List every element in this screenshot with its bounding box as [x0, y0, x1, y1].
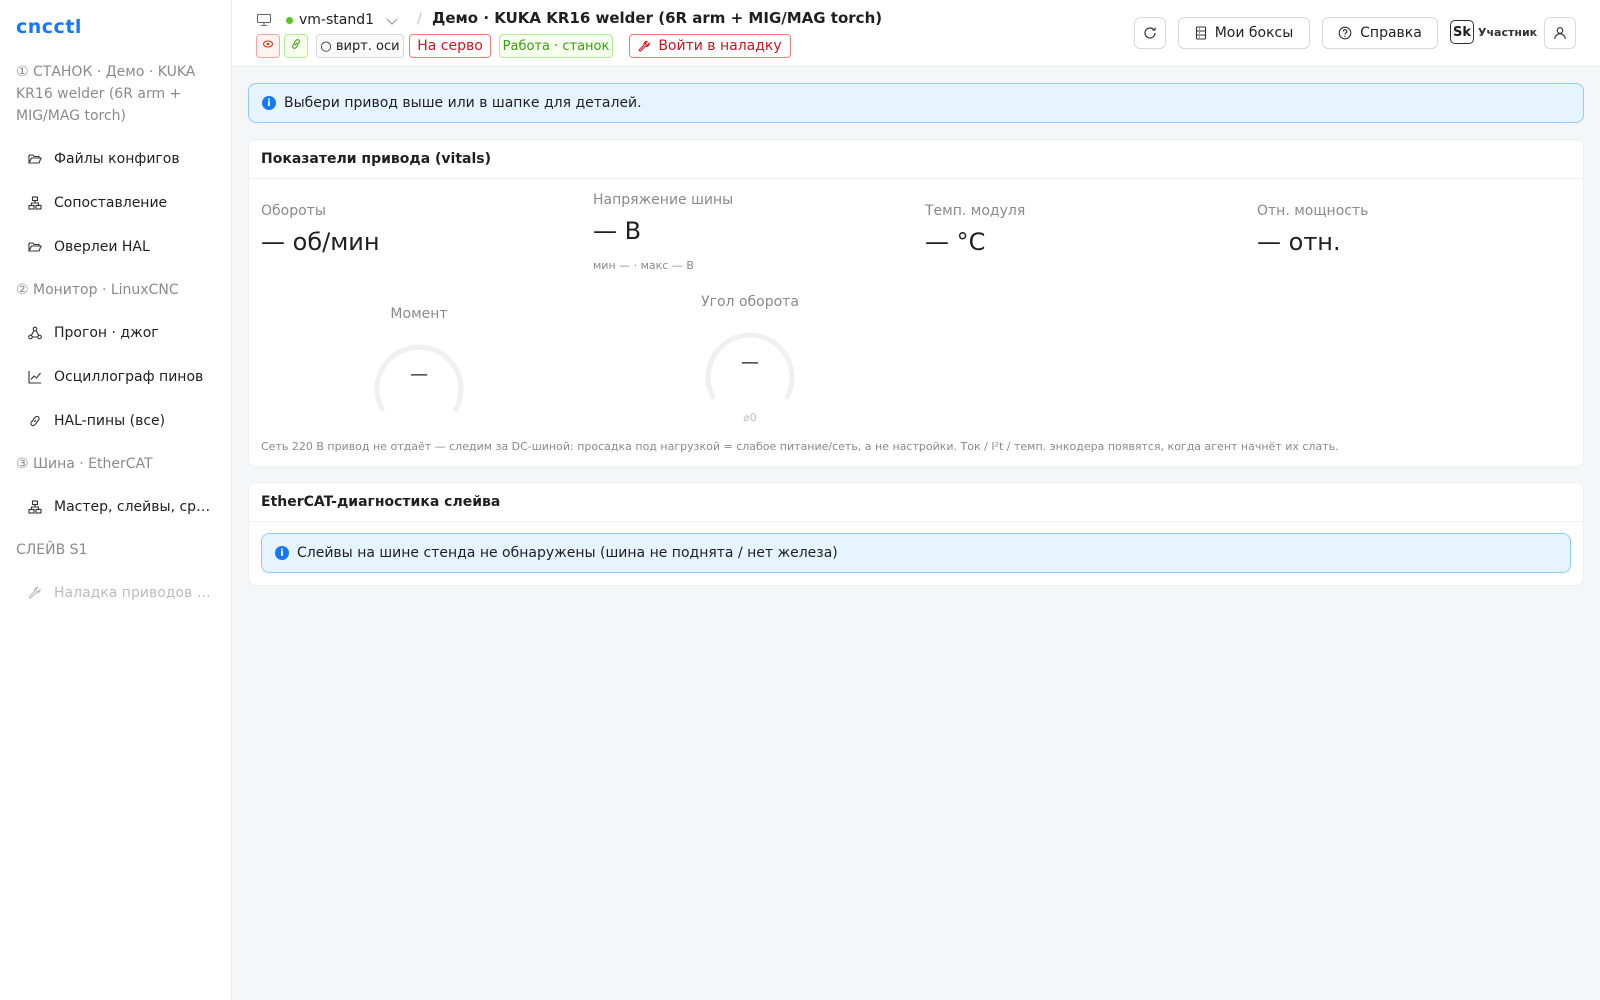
nodes-icon: [28, 326, 42, 340]
rpm-label: Обороты: [261, 203, 326, 219]
sidebar-group-monitor: ② Монитор · LinuxCNC: [16, 282, 179, 298]
page-title: Демо · KUKA KR16 welder (6R arm + MIG/MA…: [432, 9, 883, 27]
sidebar-item-hal-overlays[interactable]: Оверлеи HAL: [16, 229, 216, 265]
sk-logo: Sk: [1450, 20, 1474, 44]
sidebar-item-mapping[interactable]: Сопоставление: [16, 185, 216, 221]
alarm-tag[interactable]: [256, 34, 280, 58]
sidebar-item-drive-setup: Наладка приводов S1: [16, 575, 216, 611]
enter-setup-label: Войти в наладку: [658, 38, 782, 54]
enter-setup-button[interactable]: Войти в наладку: [629, 34, 791, 58]
host-selector[interactable]: vm-stand1: [299, 12, 374, 28]
hint-text: Выбери привод выше или в шапке для детал…: [284, 95, 642, 111]
breadcrumb-separator: /: [417, 11, 422, 27]
sidebar: cncctl ① СТАНОК · Демо · KUKA KR16 welde…: [0, 0, 232, 1000]
link-icon: [290, 38, 302, 54]
sidebar-group-bus: ③ Шина · EtherCAT: [16, 456, 153, 472]
ethercat-card: EtherCAT-диагностика слейва i Слейвы на …: [248, 482, 1584, 586]
no-slaves-alert: i Слейвы на шине стенда не обнаружены (ш…: [261, 533, 1571, 573]
host-status-dot: [286, 17, 293, 24]
cluster-icon: [28, 196, 42, 210]
sidebar-item-label: Мастер, слейвы, сравнение: [54, 499, 214, 515]
folder-open-icon: [28, 240, 42, 254]
work-mode-tag: Работа · станок: [499, 34, 613, 58]
module-temp-label: Темп. модуля: [925, 203, 1026, 219]
info-icon: i: [275, 546, 289, 560]
bus-voltage-range: мин — · макс — В: [593, 259, 694, 272]
no-slaves-text: Слейвы на шине стенда не обнаружены (шин…: [297, 545, 838, 561]
question-circle-icon: [1338, 26, 1352, 40]
reload-icon: [1143, 26, 1157, 40]
vitals-card: Показатели привода (vitals) Обороты — об…: [248, 139, 1584, 467]
sidebar-item-label: Оверлеи HAL: [54, 239, 150, 255]
select-drive-hint: i Выбери привод выше или в шапке для дет…: [248, 83, 1584, 123]
rel-power-value: — отн.: [1257, 228, 1341, 256]
wrench-icon: [28, 586, 42, 600]
rel-power-label: Отн. мощность: [1257, 203, 1369, 219]
sidebar-item-label: Прогон · джог: [54, 325, 159, 341]
servo-mode-tag[interactable]: На серво: [409, 34, 491, 58]
help-button[interactable]: Справка: [1322, 17, 1438, 49]
database-icon: [1195, 26, 1207, 40]
disconnect-icon: [262, 38, 274, 54]
app-logo[interactable]: cncctl: [16, 16, 82, 38]
line-chart-icon: [28, 370, 42, 384]
link-tag[interactable]: [284, 34, 308, 58]
angle-gauge-value: —: [741, 352, 759, 373]
vitals-note: Сеть 220 В привод не отдаёт — следим за …: [261, 440, 1339, 453]
refresh-button[interactable]: [1134, 17, 1166, 49]
sidebar-item-label: Наладка приводов S1: [54, 585, 214, 601]
sidebar-item-label: Файлы конфигов: [54, 151, 180, 167]
my-boxes-label: Мои боксы: [1214, 25, 1294, 41]
monitor-icon: [256, 12, 272, 27]
info-icon: i: [262, 96, 276, 110]
cluster-icon: [28, 500, 42, 514]
sidebar-group-slave: СЛЕЙВ S1: [16, 542, 88, 558]
user-role: Участник: [1478, 26, 1538, 39]
sidebar-item-hal-pins[interactable]: HAL-пины (все): [16, 403, 216, 439]
sidebar-group-machine: ① СТАНОК · Демо · KUKA KR16 welder (6R a…: [16, 64, 196, 124]
ethercat-card-title: EtherCAT-диагностика слейва: [249, 483, 1583, 522]
virtual-axes-tag: ○ вирт. оси: [316, 34, 404, 58]
angle-gauge-sub: ⌀0: [743, 411, 757, 424]
angle-gauge-label: Угол оборота: [701, 294, 799, 310]
link-icon: [28, 414, 42, 428]
sidebar-item-label: Осциллограф пинов: [54, 369, 204, 385]
help-label: Справка: [1360, 25, 1422, 41]
bus-voltage-value: — В: [593, 217, 642, 245]
top-header: vm-stand1 / Демо · KUKA KR16 welder (6R …: [232, 0, 1600, 67]
sidebar-item-master-slaves[interactable]: Мастер, слейвы, сравнение: [16, 489, 216, 525]
sidebar-item-label: HAL-пины (все): [54, 413, 166, 429]
sidebar-item-config-files[interactable]: Файлы конфигов: [16, 141, 216, 177]
bus-voltage-label: Напряжение шины: [593, 192, 734, 208]
folder-open-icon: [28, 152, 42, 166]
my-boxes-button[interactable]: Мои боксы: [1178, 17, 1310, 49]
wrench-icon: [638, 40, 651, 53]
user-icon: [1553, 26, 1567, 40]
chevron-down-icon[interactable]: [385, 13, 399, 27]
sidebar-item-run-jog[interactable]: Прогон · джог: [16, 315, 216, 351]
rpm-value: — об/мин: [261, 228, 380, 256]
torque-gauge-label: Момент: [390, 306, 448, 322]
user-button[interactable]: [1544, 17, 1576, 49]
torque-gauge-value: —: [410, 364, 428, 385]
sidebar-item-label: Сопоставление: [54, 195, 168, 211]
module-temp-value: — °C: [925, 228, 986, 256]
vitals-card-title: Показатели привода (vitals): [249, 140, 1583, 179]
sidebar-item-pin-scope[interactable]: Осциллограф пинов: [16, 359, 216, 395]
